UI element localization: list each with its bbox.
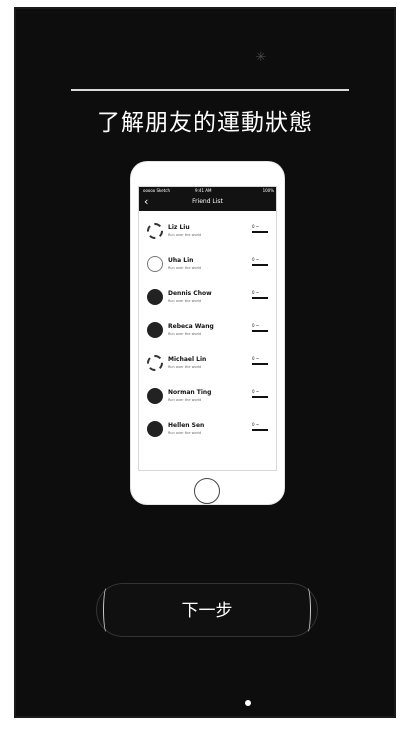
- status-battery: 100%: [262, 188, 274, 193]
- activity-metric: 0 ~: [252, 324, 268, 336]
- metric-value: 0 ~: [252, 257, 260, 262]
- dark-onboarding-screen: ✳ 了解朋友的運動狀態 ooooo Sketch 9:41 AM 100% ‹ …: [14, 7, 396, 718]
- phone-status-bar: ooooo Sketch 9:41 AM 100%: [143, 188, 274, 194]
- avatar: [147, 223, 163, 239]
- phone-mockup: ooooo Sketch 9:41 AM 100% ‹ Friend List …: [131, 162, 284, 504]
- friend-subtitle: Run over the world: [168, 365, 202, 369]
- onboarding-heading: 了解朋友的運動狀態: [97, 110, 313, 136]
- list-item[interactable]: Michael Lin Run over the world 0 ~: [139, 349, 276, 381]
- metric-value: 0 ~: [252, 290, 260, 295]
- avatar: [147, 289, 163, 305]
- friend-name: Rebeca Wang: [168, 323, 214, 330]
- page-indicator: [245, 700, 251, 706]
- list-item[interactable]: Hellen Sen Run over the world 0 ~: [139, 415, 276, 447]
- metric-bar: [252, 264, 268, 266]
- avatar: [147, 388, 163, 404]
- metric-value: 0 ~: [252, 422, 260, 427]
- friend-subtitle: Run over the world: [168, 266, 202, 270]
- metric-bar: [252, 330, 268, 332]
- status-time: 9:41 AM: [195, 188, 212, 193]
- metric-bar: [252, 231, 268, 233]
- list-item[interactable]: Dennis Chow Run over the world 0 ~: [139, 283, 276, 315]
- friend-name: Michael Lin: [168, 356, 207, 363]
- metric-value: 0 ~: [252, 224, 260, 229]
- list-item[interactable]: Norman Ting Run over the world 0 ~: [139, 382, 276, 414]
- next-button-label: 下一步: [181, 601, 233, 621]
- friend-subtitle: Run over the world: [168, 431, 202, 435]
- friend-subtitle: Run over the world: [168, 299, 202, 303]
- metric-value: 0 ~: [252, 389, 260, 394]
- activity-metric: 0 ~: [252, 225, 268, 237]
- home-button-icon: [194, 478, 220, 504]
- activity-metric: 0 ~: [252, 390, 268, 402]
- heading-divider: [71, 89, 349, 91]
- metric-bar: [252, 297, 268, 299]
- list-item[interactable]: Rebeca Wang Run over the world 0 ~: [139, 316, 276, 348]
- friend-subtitle: Run over the world: [168, 332, 202, 336]
- button-edge-accent-right: [303, 586, 311, 634]
- status-carrier: ooooo Sketch: [143, 188, 170, 193]
- friend-list-title: Friend List: [192, 198, 223, 205]
- friend-name: Dennis Chow: [168, 290, 212, 297]
- activity-metric: 0 ~: [252, 291, 268, 303]
- phone-screen: ooooo Sketch 9:41 AM 100% ‹ Friend List …: [138, 186, 277, 471]
- button-edge-accent-left: [103, 586, 111, 634]
- next-button[interactable]: 下一步: [96, 583, 318, 637]
- metric-value: 0 ~: [252, 323, 260, 328]
- avatar: [147, 355, 163, 371]
- metric-bar: [252, 396, 268, 398]
- status-spark-icon: ✳: [255, 50, 267, 65]
- list-item[interactable]: Uha Lin Run over the world 0 ~: [139, 250, 276, 282]
- activity-metric: 0 ~: [252, 423, 268, 435]
- friend-subtitle: Run over the world: [168, 398, 202, 402]
- friend-name: Uha Lin: [168, 257, 194, 264]
- friend-subtitle: Run over the world: [168, 233, 202, 237]
- avatar: [147, 322, 163, 338]
- activity-metric: 0 ~: [252, 357, 268, 369]
- friend-name: Norman Ting: [168, 389, 212, 396]
- friend-name: Hellen Sen: [168, 422, 205, 429]
- list-item[interactable]: Liz Liu Run over the world 0 ~: [139, 217, 276, 249]
- metric-bar: [252, 363, 268, 365]
- friend-name: Liz Liu: [168, 224, 190, 231]
- metric-bar: [252, 429, 268, 431]
- avatar: [147, 256, 163, 272]
- phone-header: ooooo Sketch 9:41 AM 100% ‹ Friend List: [139, 187, 276, 211]
- onboarding-page: ✳ 了解朋友的運動狀態 ooooo Sketch 9:41 AM 100% ‹ …: [0, 0, 410, 731]
- avatar: [147, 421, 163, 437]
- activity-metric: 0 ~: [252, 258, 268, 270]
- metric-value: 0 ~: [252, 356, 260, 361]
